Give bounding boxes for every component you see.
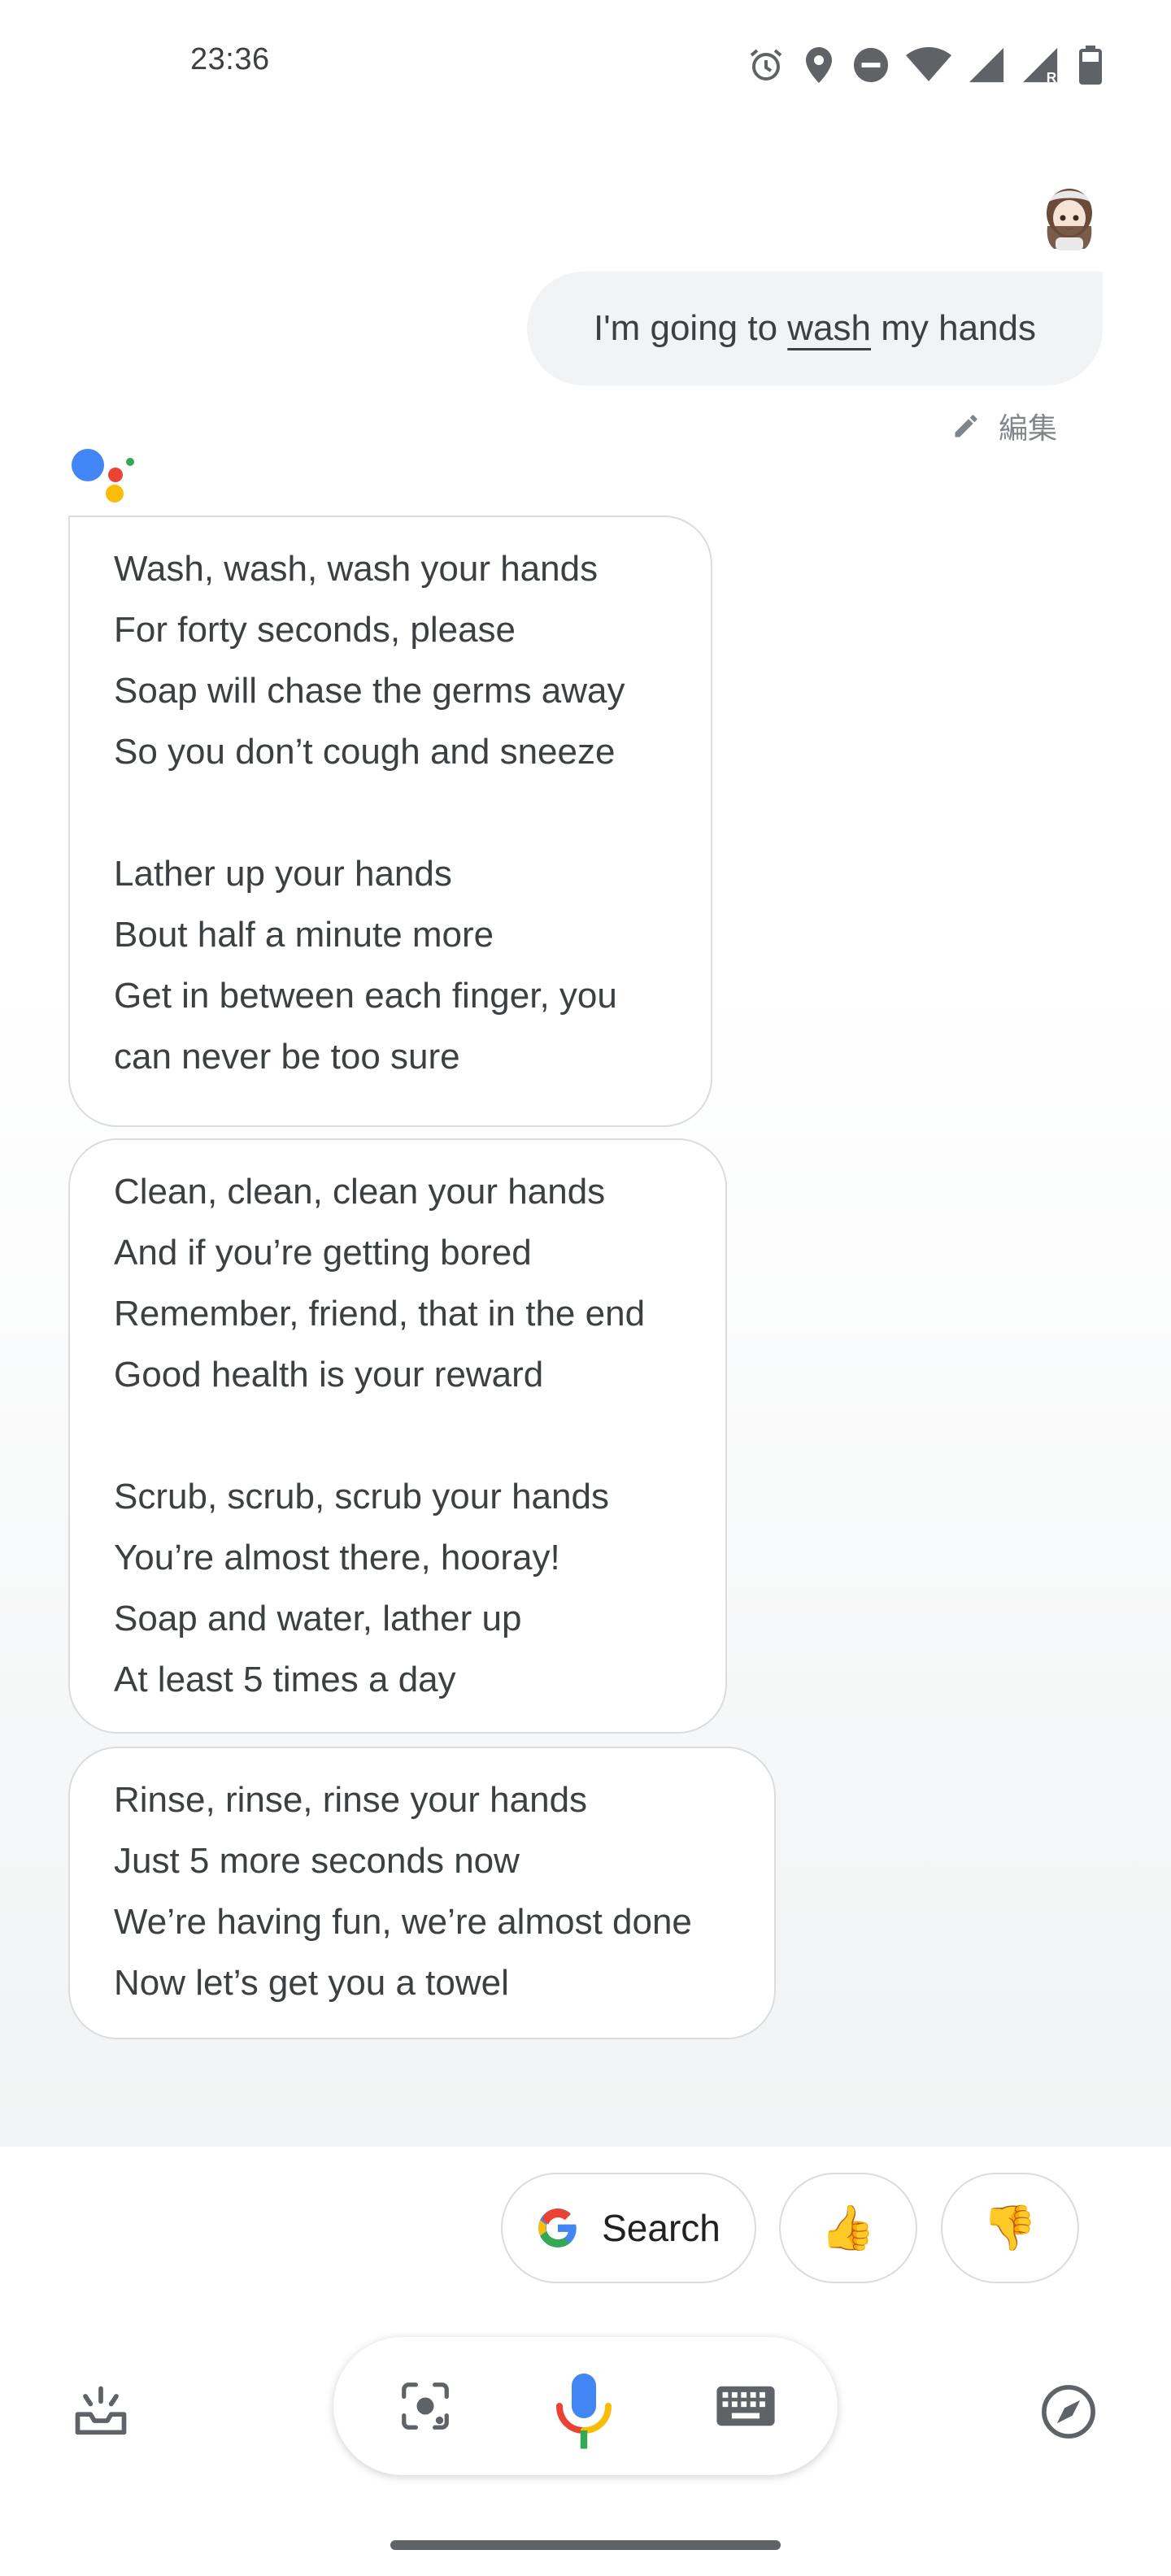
google-g-icon: [538, 2208, 577, 2247]
status-time: 23:36: [190, 42, 270, 76]
alarm-icon: [750, 49, 782, 80]
location-icon: [806, 47, 832, 83]
lyric-line: Bout half a minute more: [114, 915, 494, 955]
user-avatar[interactable]: [1034, 177, 1104, 250]
lyric-line: You’re almost there, hooray!: [114, 1538, 560, 1577]
thumbs-up-chip[interactable]: 👍: [779, 2173, 917, 2283]
lyric-line: Good health is your reward: [114, 1355, 544, 1395]
status-icons: R: [747, 46, 1103, 85]
lyric-line: Clean, clean, clean your hands: [114, 1172, 606, 1212]
assistant-response-bubble-1: Wash, wash, wash your hands For forty se…: [68, 516, 712, 1127]
lyric-line: Wash, wash, wash your hands: [114, 549, 599, 589]
user-message-bubble[interactable]: I'm going to wash my hands: [527, 272, 1103, 385]
lyric-line: Lather up your hands: [114, 854, 452, 894]
search-chip-label: Search: [602, 2207, 720, 2249]
do-not-disturb-icon: [853, 47, 889, 83]
signal-roaming-icon: R: [1023, 47, 1058, 84]
lyric-line: Rinse, rinse, rinse your hands: [114, 1780, 588, 1820]
home-indicator[interactable]: [390, 2540, 781, 2550]
explore-compass-icon[interactable]: [1038, 2381, 1099, 2447]
edit-label: 編集: [998, 411, 1057, 445]
mic-icon[interactable]: [551, 2369, 616, 2455]
lyric-line: [114, 782, 711, 843]
lyric-line: Soap will chase the germs away: [114, 671, 625, 711]
user-message-text-before: I'm going to: [593, 308, 788, 348]
thumbs-down-chip[interactable]: 👎: [941, 2173, 1079, 2283]
lyric-line: Scrub, scrub, scrub your hands: [114, 1477, 609, 1516]
assistant-response-bubble-3: Rinse, rinse, rinse your hands Just 5 mo…: [68, 1747, 776, 2039]
lyric-line: Remember, friend, that in the end: [114, 1294, 646, 1334]
lyric-line: Get in between each finger, you: [114, 976, 617, 1016]
thumbs-up-icon: 👍: [821, 2203, 876, 2252]
battery-icon: [1079, 46, 1102, 85]
lyric-line: Soap and water, lather up: [114, 1599, 522, 1638]
lyric-line: For forty seconds, please: [114, 610, 516, 650]
user-message-underlined-word[interactable]: wash: [787, 308, 871, 349]
user-message-text-after: my hands: [871, 308, 1036, 348]
lyric-line: So you don’t cough and sneeze: [114, 732, 616, 772]
google-assistant-logo: [70, 447, 138, 507]
lyric-line: [114, 1405, 725, 1466]
status-bar: 23:36 R: [0, 0, 1171, 130]
assistant-input-pill: [333, 2337, 838, 2475]
pencil-icon: [955, 415, 977, 437]
edit-button[interactable]: 編集: [951, 405, 1057, 447]
wifi-icon: [906, 47, 951, 81]
signal-icon: [969, 47, 1004, 83]
lyric-line: can never be too sure: [114, 1037, 460, 1077]
lyric-line: Now let’s get you a towel: [114, 1963, 509, 2003]
assistant-response-bubble-2: Clean, clean, clean your hands And if yo…: [68, 1138, 727, 1734]
svg-text:R: R: [1047, 69, 1057, 84]
thumbs-down-icon: 👎: [982, 2203, 1038, 2252]
lyric-line: At least 5 times a day: [114, 1660, 456, 1699]
lyric-line: And if you’re getting bored: [114, 1233, 532, 1273]
lyric-line: We’re having fun, we’re almost done: [114, 1902, 692, 1942]
lyric-line: Just 5 more seconds now: [114, 1841, 520, 1881]
updates-inbox-icon[interactable]: [70, 2381, 132, 2447]
keyboard-icon[interactable]: [716, 2384, 776, 2432]
lens-icon[interactable]: [397, 2378, 454, 2439]
search-chip[interactable]: Search: [501, 2173, 756, 2283]
